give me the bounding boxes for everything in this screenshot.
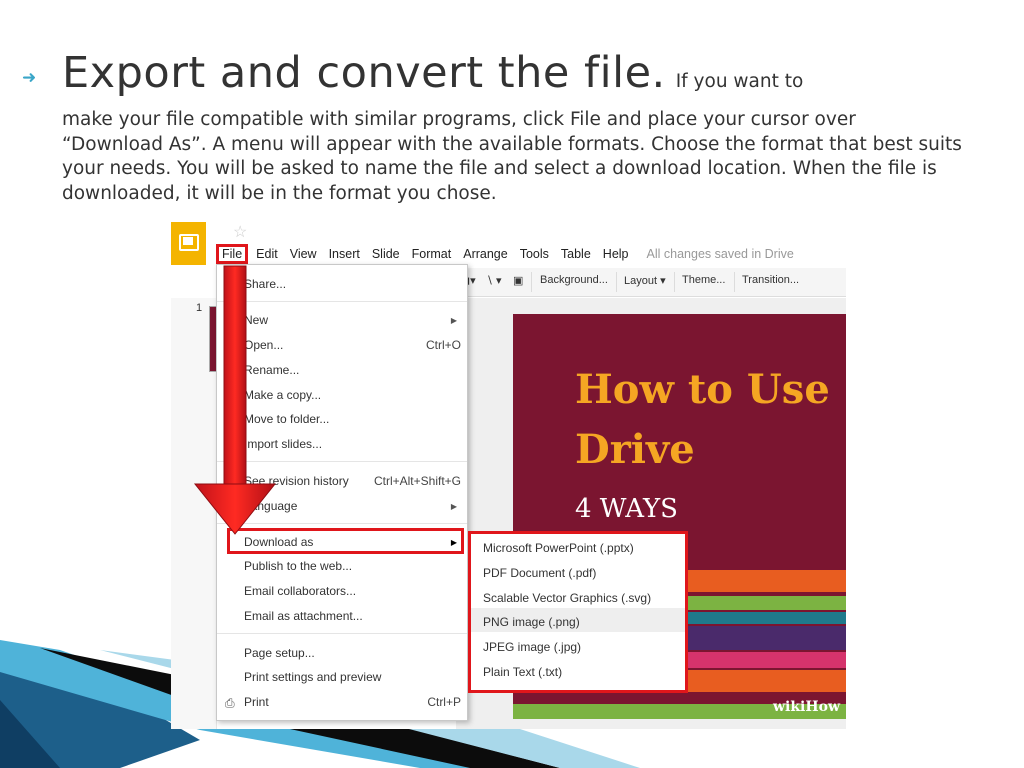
file-menu: Share... New ▶ Open... Ctrl+O Rename... …	[216, 264, 468, 721]
menu-edit[interactable]: Edit	[250, 244, 284, 264]
slide-body: make your file compatible with similar p…	[62, 109, 962, 204]
menu-item-print[interactable]: Print	[244, 695, 269, 709]
menu-view[interactable]: View	[284, 244, 323, 264]
download-pptx[interactable]: Microsoft PowerPoint (.pptx)	[483, 541, 634, 555]
menu-item-share[interactable]: Share...	[244, 277, 286, 291]
menu-bar: File Edit View Insert Slide Format Arran…	[216, 244, 800, 264]
menu-help[interactable]: Help	[597, 244, 635, 264]
menu-tools[interactable]: Tools	[514, 244, 555, 264]
menu-item-page-setup[interactable]: Page setup...	[244, 646, 315, 660]
download-png[interactable]: PNG image (.png)	[483, 615, 580, 629]
submenu-arrow-icon: ▶	[450, 316, 457, 325]
slide-title-tail: If you want to	[675, 71, 804, 92]
revision-shortcut: Ctrl+Alt+Shift+G	[373, 474, 461, 488]
menu-item-email-attachment[interactable]: Email as attachment...	[244, 609, 363, 623]
slide-title: Export and convert the file.	[62, 48, 666, 98]
submenu-arrow-icon: ▶	[450, 502, 457, 511]
background-button[interactable]: Background...	[540, 274, 608, 286]
slide-number: 1	[196, 302, 203, 314]
print-shortcut: Ctrl+P	[427, 695, 461, 709]
menu-item-print-settings[interactable]: Print settings and preview	[244, 670, 381, 684]
menu-item-import-slides[interactable]: Import slides...	[244, 437, 322, 451]
menu-item-new[interactable]: New	[244, 313, 268, 327]
menu-insert[interactable]: Insert	[323, 244, 366, 264]
printer-icon: ⎙	[225, 696, 235, 710]
google-slides-screenshot: ☆ File Edit View Insert Slide Format Arr…	[171, 222, 846, 729]
wikihow-watermark: wikiHow	[772, 699, 840, 715]
menu-item-publish[interactable]: Publish to the web...	[244, 559, 352, 573]
bullet-icon: ➜	[22, 68, 37, 88]
menu-arrange[interactable]: Arrange	[457, 244, 513, 264]
preview-title-line1: How to Use	[575, 366, 830, 413]
layout-button[interactable]: Layout ▾	[624, 274, 666, 287]
menu-item-download-as[interactable]: Download as	[244, 535, 313, 549]
preview-subtitle: 4 WAYS	[575, 494, 678, 524]
line-icon[interactable]: ∖ ▾	[486, 274, 502, 287]
open-shortcut: Ctrl+O	[425, 338, 461, 352]
menu-item-revision-history[interactable]: See revision history	[244, 474, 349, 488]
download-svg[interactable]: Scalable Vector Graphics (.svg)	[483, 591, 651, 605]
theme-button[interactable]: Theme...	[682, 274, 725, 286]
menu-item-email-collaborators[interactable]: Email collaborators...	[244, 584, 356, 598]
preview-title-line2: Drive	[575, 426, 695, 473]
menu-item-open[interactable]: Open...	[244, 338, 283, 352]
menu-item-move-to-folder[interactable]: Move to folder...	[244, 412, 329, 426]
menu-slide[interactable]: Slide	[366, 244, 406, 264]
download-as-submenu: Microsoft PowerPoint (.pptx) PDF Documen…	[468, 531, 688, 693]
menu-item-language[interactable]: Language	[244, 499, 297, 513]
download-jpg[interactable]: JPEG image (.jpg)	[483, 640, 581, 654]
menu-item-rename[interactable]: Rename...	[244, 363, 299, 377]
download-pdf[interactable]: PDF Document (.pdf)	[483, 566, 596, 580]
comment-icon[interactable]: ▣	[513, 274, 523, 287]
slide-title-line: Export and convert the file. If you want …	[62, 48, 962, 98]
menu-format[interactable]: Format	[406, 244, 458, 264]
menu-item-make-copy[interactable]: Make a copy...	[244, 388, 321, 402]
transition-button[interactable]: Transition...	[742, 274, 799, 286]
slides-logo-icon	[171, 222, 206, 265]
menu-file[interactable]: File	[216, 244, 249, 264]
star-icon[interactable]: ☆	[233, 222, 247, 242]
toolbar: ◼▾ ∖ ▾ ▣ Background... Layout ▾ Theme...…	[456, 268, 846, 297]
submenu-arrow-icon: ▶	[450, 538, 457, 547]
save-status: All changes saved in Drive	[646, 247, 794, 261]
download-txt[interactable]: Plain Text (.txt)	[483, 665, 562, 679]
menu-table[interactable]: Table	[555, 244, 597, 264]
